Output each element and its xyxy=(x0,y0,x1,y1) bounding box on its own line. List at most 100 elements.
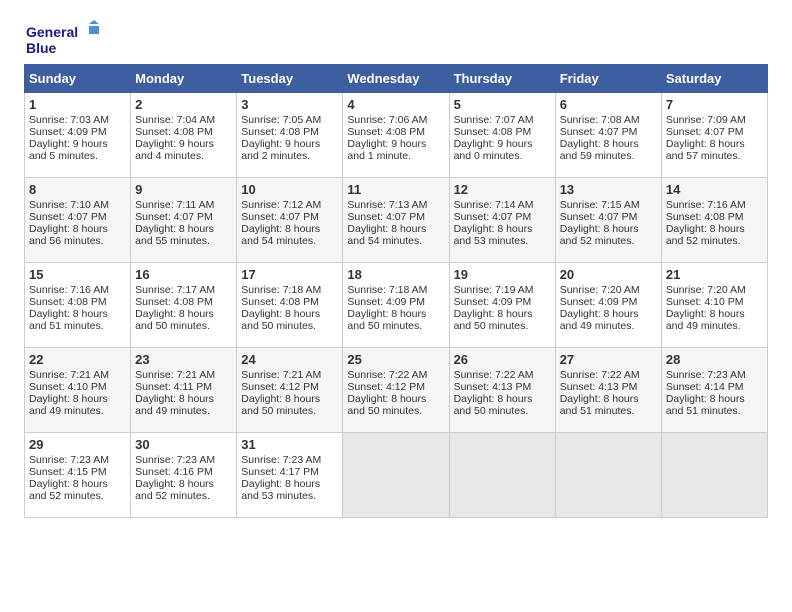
day-number: 15 xyxy=(29,267,126,282)
daylight: Daylight: 8 hours and 59 minutes. xyxy=(560,138,639,162)
calendar-cell: 6Sunrise: 7:08 AMSunset: 4:07 PMDaylight… xyxy=(555,93,661,178)
sunrise: Sunrise: 7:16 AM xyxy=(29,284,109,296)
calendar-week-row: 1Sunrise: 7:03 AMSunset: 4:09 PMDaylight… xyxy=(25,93,768,178)
svg-text:Blue: Blue xyxy=(26,40,57,56)
day-number: 16 xyxy=(135,267,232,282)
day-number: 31 xyxy=(241,437,338,452)
day-number: 19 xyxy=(454,267,551,282)
sunrise: Sunrise: 7:18 AM xyxy=(241,284,321,296)
calendar-cell: 4Sunrise: 7:06 AMSunset: 4:08 PMDaylight… xyxy=(343,93,449,178)
day-number: 6 xyxy=(560,97,657,112)
day-number: 12 xyxy=(454,182,551,197)
logo: General Blue xyxy=(24,20,104,60)
sunset: Sunset: 4:08 PM xyxy=(454,126,532,138)
calendar-cell: 24Sunrise: 7:21 AMSunset: 4:12 PMDayligh… xyxy=(237,348,343,433)
daylight: Daylight: 8 hours and 50 minutes. xyxy=(347,308,426,332)
sunrise: Sunrise: 7:06 AM xyxy=(347,114,427,126)
sunset: Sunset: 4:13 PM xyxy=(560,381,638,393)
day-number: 23 xyxy=(135,352,232,367)
daylight: Daylight: 8 hours and 52 minutes. xyxy=(135,478,214,502)
calendar-cell: 28Sunrise: 7:23 AMSunset: 4:14 PMDayligh… xyxy=(661,348,767,433)
day-number: 13 xyxy=(560,182,657,197)
calendar-week-row: 15 Sunrise: 7:16 AM Sunset: 4:08 PM Dayligh… xyxy=(25,263,768,348)
calendar-header-row: SundayMondayTuesdayWednesdayThursdayFrid… xyxy=(25,65,768,93)
sunset: Sunset: 4:07 PM xyxy=(347,211,425,223)
calendar-cell: 8Sunrise: 7:10 AMSunset: 4:07 PMDaylight… xyxy=(25,178,131,263)
day-number: 3 xyxy=(241,97,338,112)
sunrise: Sunrise: 7:03 AM xyxy=(29,114,109,126)
header-wednesday: Wednesday xyxy=(343,65,449,93)
sunrise: Sunrise: 7:10 AM xyxy=(29,199,109,211)
daylight: Daylight: 8 hours and 54 minutes. xyxy=(241,223,320,247)
header-saturday: Saturday xyxy=(661,65,767,93)
calendar-cell: 12Sunrise: 7:14 AMSunset: 4:07 PMDayligh… xyxy=(449,178,555,263)
day-number: 18 xyxy=(347,267,444,282)
sunrise: Sunrise: 7:23 AM xyxy=(666,369,746,381)
calendar-week-row: 22Sunrise: 7:21 AMSunset: 4:10 PMDayligh… xyxy=(25,348,768,433)
calendar-cell: 14Sunrise: 7:16 AMSunset: 4:08 PMDayligh… xyxy=(661,178,767,263)
daylight: Daylight: 8 hours and 57 minutes. xyxy=(666,138,745,162)
sunrise: Sunrise: 7:11 AM xyxy=(135,199,214,211)
daylight: Daylight: 8 hours and 51 minutes. xyxy=(666,393,745,417)
day-number: 1 xyxy=(29,97,126,112)
sunset: Sunset: 4:16 PM xyxy=(135,466,213,478)
calendar-cell: 13Sunrise: 7:15 AMSunset: 4:07 PMDayligh… xyxy=(555,178,661,263)
calendar-cell: 19Sunrise: 7:19 AMSunset: 4:09 PMDayligh… xyxy=(449,263,555,348)
sunset: Sunset: 4:10 PM xyxy=(29,381,107,393)
sunset: Sunset: 4:17 PM xyxy=(241,466,319,478)
daylight: Daylight: 9 hours and 1 minute. xyxy=(347,138,426,162)
calendar-cell: 22Sunrise: 7:21 AMSunset: 4:10 PMDayligh… xyxy=(25,348,131,433)
daylight: Daylight: 8 hours and 50 minutes. xyxy=(241,393,320,417)
daylight: Daylight: 9 hours and 2 minutes. xyxy=(241,138,320,162)
sunrise: Sunrise: 7:07 AM xyxy=(454,114,534,126)
daylight: Daylight: 8 hours and 56 minutes. xyxy=(29,223,108,247)
sunrise: Sunrise: 7:20 AM xyxy=(560,284,640,296)
calendar-cell: 31Sunrise: 7:23 AMSunset: 4:17 PMDayligh… xyxy=(237,433,343,518)
sunrise: Sunrise: 7:12 AM xyxy=(241,199,321,211)
daylight: Daylight: 8 hours and 54 minutes. xyxy=(347,223,426,247)
daylight: Daylight: 9 hours and 0 minutes. xyxy=(454,138,533,162)
day-number: 26 xyxy=(454,352,551,367)
day-number: 2 xyxy=(135,97,232,112)
calendar-cell xyxy=(555,433,661,518)
daylight: Daylight: 8 hours and 55 minutes. xyxy=(135,223,214,247)
day-number: 25 xyxy=(347,352,444,367)
svg-text:General: General xyxy=(26,24,78,40)
sunset: Sunset: 4:08 PM xyxy=(241,126,319,138)
sunset: Sunset: 4:14 PM xyxy=(666,381,744,393)
sunrise: Sunrise: 7:22 AM xyxy=(560,369,640,381)
sunrise: Sunrise: 7:21 AM xyxy=(135,369,215,381)
sunset: Sunset: 4:08 PM xyxy=(135,126,213,138)
header-thursday: Thursday xyxy=(449,65,555,93)
sunset: Sunset: 4:07 PM xyxy=(135,211,213,223)
page-header: General Blue xyxy=(24,20,768,60)
calendar-week-row: 29Sunrise: 7:23 AMSunset: 4:15 PMDayligh… xyxy=(25,433,768,518)
day-number: 29 xyxy=(29,437,126,452)
sunrise: Sunrise: 7:23 AM xyxy=(241,454,321,466)
sunset: Sunset: 4:08 PM xyxy=(241,296,319,308)
sunrise: Sunrise: 7:22 AM xyxy=(347,369,427,381)
sunrise: Sunrise: 7:13 AM xyxy=(347,199,427,211)
daylight: Daylight: 8 hours and 50 minutes. xyxy=(454,393,533,417)
day-number: 27 xyxy=(560,352,657,367)
sunrise: Sunrise: 7:05 AM xyxy=(241,114,321,126)
daylight: Daylight: 9 hours and 5 minutes. xyxy=(29,138,108,162)
logo-svg: General Blue xyxy=(24,20,104,60)
daylight: Daylight: 8 hours and 51 minutes. xyxy=(29,308,108,332)
sunset: Sunset: 4:07 PM xyxy=(560,126,638,138)
calendar-cell: 26Sunrise: 7:22 AMSunset: 4:13 PMDayligh… xyxy=(449,348,555,433)
daylight: Daylight: 8 hours and 53 minutes. xyxy=(454,223,533,247)
sunset: Sunset: 4:09 PM xyxy=(454,296,532,308)
sunset: Sunset: 4:10 PM xyxy=(666,296,744,308)
sunrise: Sunrise: 7:04 AM xyxy=(135,114,215,126)
calendar-cell: 7Sunrise: 7:09 AMSunset: 4:07 PMDaylight… xyxy=(661,93,767,178)
sunset: Sunset: 4:09 PM xyxy=(347,296,425,308)
sunrise: Sunrise: 7:16 AM xyxy=(666,199,746,211)
day-number: 20 xyxy=(560,267,657,282)
sunset: Sunset: 4:11 PM xyxy=(135,381,212,393)
sunset: Sunset: 4:09 PM xyxy=(29,126,107,138)
calendar-cell: 25Sunrise: 7:22 AMSunset: 4:12 PMDayligh… xyxy=(343,348,449,433)
calendar-cell: 10Sunrise: 7:12 AMSunset: 4:07 PMDayligh… xyxy=(237,178,343,263)
daylight: Daylight: 8 hours and 49 minutes. xyxy=(29,393,108,417)
calendar-cell xyxy=(343,433,449,518)
